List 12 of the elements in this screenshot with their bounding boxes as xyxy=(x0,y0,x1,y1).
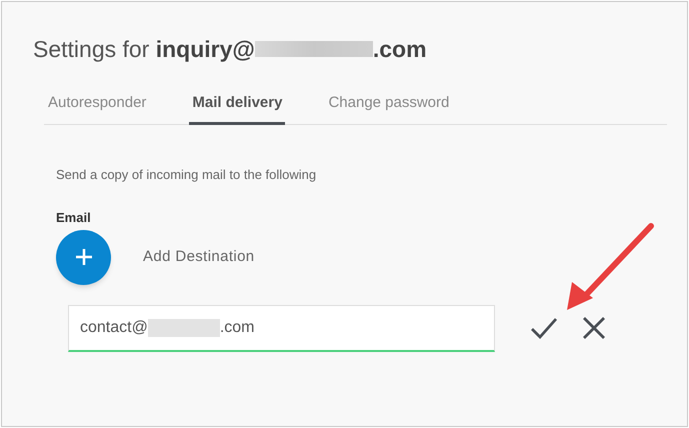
tab[interactable]: Mail delivery xyxy=(189,84,286,124)
close-icon xyxy=(582,316,606,340)
description-text: Send a copy of incoming mail to the following xyxy=(56,166,318,184)
add-destination-link[interactable]: Add Destination xyxy=(143,246,255,268)
tab[interactable]: Autoresponder xyxy=(45,84,150,124)
email-label: Email xyxy=(56,209,92,227)
tab[interactable]: Change password xyxy=(325,84,452,124)
email-field[interactable]: contact@ .com xyxy=(68,304,495,352)
page-title: Settings for inquiry@ .com xyxy=(33,35,428,64)
plus-icon xyxy=(74,248,92,266)
add-button[interactable] xyxy=(56,230,111,284)
checkmark-icon xyxy=(530,317,558,339)
